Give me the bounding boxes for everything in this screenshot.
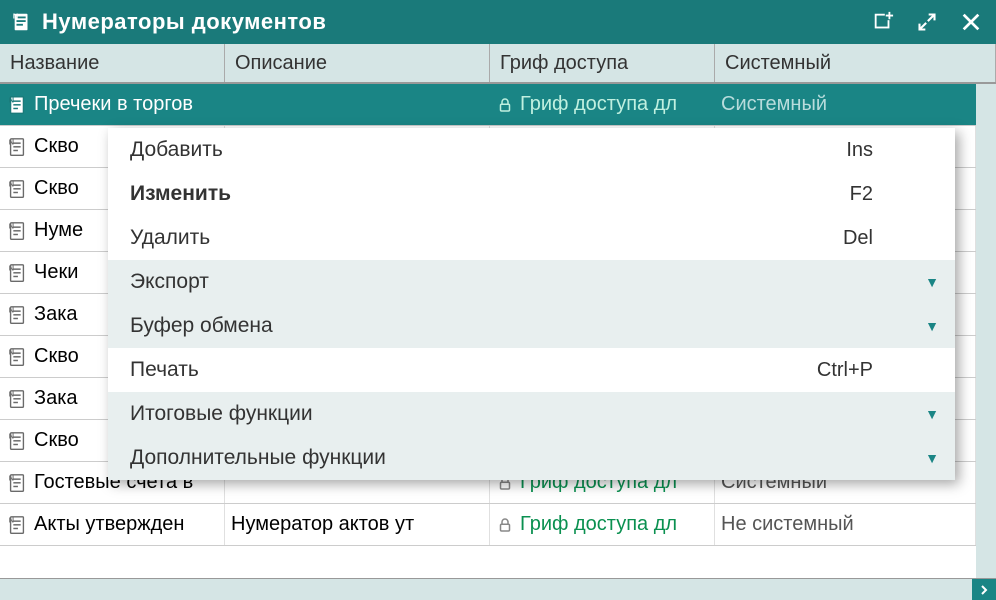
cell-desc: Нумератор актов ут [225,504,490,545]
context-menu: ДобавитьInsИзменитьF2УдалитьDelЭкспорт▼Б… [108,128,955,480]
numerator-icon: N [6,220,28,242]
svg-text:N: N [9,347,14,356]
horizontal-scrollbar[interactable] [0,578,996,600]
row-name-text: Зака [34,387,78,410]
row-desc-text: Нумератор актов ут [231,513,414,536]
svg-text:N: N [9,389,14,398]
menu-item-shortcut: Ins [846,139,873,162]
menu-item[interactable]: ДобавитьIns [108,128,955,172]
row-access-text: Гриф доступа дл [520,513,677,536]
row-name-text: Скво [34,429,79,452]
row-sys-text: Системный [721,93,827,116]
numerator-icon: N [6,304,28,326]
svg-text:N: N [9,263,14,272]
menu-item[interactable]: Буфер обмена▼ [108,304,955,348]
table-row[interactable]: N Акты утвержден Нумератор актов ут Гриф до… [0,504,976,546]
menu-item-label: Удалить [130,226,843,250]
column-header-desc[interactable]: Описание [225,44,490,82]
numerator-icon: N [6,136,28,158]
document-icon: N [10,10,34,34]
cell-access: Гриф доступа дл [490,504,715,545]
cell-sys: Не системный [715,504,976,545]
menu-item-label: Буфер обмена [130,314,933,338]
svg-text:N: N [9,95,14,104]
chevron-down-icon: ▼ [925,318,939,334]
chevron-down-icon: ▼ [925,406,939,422]
column-header-sys[interactable]: Системный [715,44,996,82]
lock-icon [496,516,514,534]
numerator-icon: N [6,388,28,410]
column-header-access[interactable]: Гриф доступа [490,44,715,82]
table-row[interactable]: N Пречеки в торгов Гриф доступа дл Системны… [0,84,976,126]
row-name-text: Нуме [34,219,83,242]
table-header: Название Описание Гриф доступа Системный [0,44,996,84]
menu-item-shortcut: Ctrl+P [817,359,873,382]
menu-item-shortcut: Del [843,227,873,250]
menu-item-label: Печать [130,358,817,382]
svg-text:N: N [9,221,14,230]
numerator-icon: N [6,430,28,452]
svg-text:N: N [9,515,14,524]
cell-name: N Акты утвержден [0,504,225,545]
row-name-text: Пречеки в торгов [34,93,193,116]
row-name-text: Скво [34,345,79,368]
numerator-icon: N [6,472,28,494]
window-title: Нумераторы документов [42,9,868,35]
menu-item[interactable]: ИзменитьF2 [108,172,955,216]
svg-text:N: N [9,305,14,314]
close-icon[interactable] [956,7,986,37]
cell-desc [225,84,490,125]
menu-item[interactable]: ПечатьCtrl+P [108,348,955,392]
svg-text:N: N [9,431,14,440]
scroll-right-button[interactable] [972,579,996,600]
row-name-text: Скво [34,177,79,200]
cell-sys: Системный [715,84,976,125]
titlebar: N Нумераторы документов [0,0,996,44]
row-access-text: Гриф доступа дл [520,93,677,116]
cell-access: Гриф доступа дл [490,84,715,125]
numerator-icon: N [6,346,28,368]
menu-item-label: Итоговые функции [130,402,933,426]
chevron-down-icon: ▼ [925,450,939,466]
row-sys-text: Не системный [721,513,854,536]
row-name-text: Зака [34,303,78,326]
menu-item[interactable]: Итоговые функции▼ [108,392,955,436]
column-header-name[interactable]: Название [0,44,225,82]
numerator-icon: N [6,514,28,536]
cell-name: N Пречеки в торгов [0,84,225,125]
row-name-text: Акты утвержден [34,513,184,536]
menu-item-label: Изменить [130,182,850,206]
menu-item-label: Добавить [130,138,846,162]
numerator-icon: N [6,178,28,200]
numerator-icon: N [6,262,28,284]
numerator-icon: N [6,94,28,116]
menu-item-shortcut: F2 [850,183,873,206]
maximize-icon[interactable] [912,7,942,37]
chevron-down-icon: ▼ [925,274,939,290]
menu-item[interactable]: УдалитьDel [108,216,955,260]
row-name-text: Чеки [34,261,78,284]
menu-item[interactable]: Экспорт▼ [108,260,955,304]
svg-text:N: N [9,137,14,146]
menu-item-label: Экспорт [130,270,933,294]
scroll-down-button[interactable] [976,554,996,578]
new-window-icon[interactable] [868,7,898,37]
menu-item[interactable]: Дополнительные функции▼ [108,436,955,480]
svg-text:N: N [9,179,14,188]
lock-icon [496,96,514,114]
menu-item-label: Дополнительные функции [130,446,933,470]
row-name-text: Скво [34,135,79,158]
svg-text:N: N [9,473,14,482]
svg-text:N: N [13,11,18,20]
